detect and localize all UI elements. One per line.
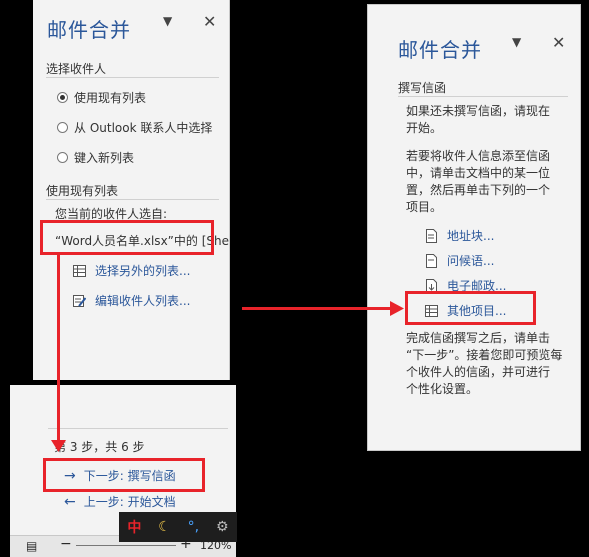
- instruction-line-2: 中，请单击文档中的某一位: [406, 166, 551, 180]
- electronic-postage-link[interactable]: 电子邮政...: [425, 277, 506, 294]
- radio-selected-icon: [57, 92, 68, 103]
- zoom-slider[interactable]: [76, 545, 176, 546]
- radio-label: 使用现有列表: [74, 91, 147, 105]
- link-label: 编辑收件人列表...: [95, 294, 191, 308]
- divider: [398, 96, 568, 97]
- more-items-link[interactable]: 其他项目...: [425, 302, 506, 319]
- divider: [48, 428, 228, 429]
- annotation-arrowhead-right: [390, 301, 404, 316]
- instruction-line-1: 若要将收件人信息添至信函: [406, 149, 551, 163]
- instruction-line-4: 项目。: [406, 200, 443, 214]
- link-label: 电子邮政...: [447, 279, 507, 293]
- link-label: 其他项目...: [447, 304, 507, 318]
- completion-line-3: 个收件人的信函，并可进行: [406, 365, 551, 379]
- radio-unselected-icon: [57, 152, 68, 163]
- completion-line-1: 完成信函撰写之后，请单击: [406, 331, 551, 345]
- section-heading-write-letter: 撰写信函: [398, 81, 447, 95]
- annotation-arrowhead-down: [51, 440, 66, 452]
- edit-recipient-list-link[interactable]: 编辑收件人列表...: [73, 292, 190, 309]
- intro-line-2: 开始。: [406, 121, 443, 135]
- pane-title: 邮件合并: [47, 18, 131, 42]
- next-step-link[interactable]: → 下一步: 撰写信函: [64, 467, 176, 484]
- arrow-left-icon: ←: [64, 493, 76, 510]
- document-view-icon[interactable]: ▤: [26, 539, 37, 553]
- radio-outlook-contacts[interactable]: 从 Outlook 联系人中选择: [57, 119, 212, 136]
- address-block-link[interactable]: 地址块...: [425, 227, 494, 244]
- edit-list-icon: [73, 294, 86, 307]
- ime-toolbar: 中 ☾ °, ⚙: [119, 512, 237, 542]
- pane-options-dropdown-icon[interactable]: ▼: [512, 35, 521, 49]
- radio-type-new-list[interactable]: 键入新列表: [57, 149, 134, 166]
- annotation-arrow-down: [57, 255, 60, 443]
- radio-unselected-icon: [57, 122, 68, 133]
- radio-label: 键入新列表: [74, 151, 135, 165]
- link-label: 问候语...: [447, 254, 495, 268]
- arrow-right-icon: →: [64, 467, 76, 484]
- close-icon[interactable]: ✕: [203, 12, 216, 31]
- moon-icon[interactable]: ☾: [158, 519, 171, 535]
- select-different-list-link[interactable]: 选择另外的列表...: [73, 262, 190, 279]
- zoom-out-button[interactable]: −: [60, 536, 72, 552]
- ime-language-toggle[interactable]: 中: [127, 517, 141, 537]
- link-label: 下一步: 撰写信函: [83, 469, 176, 483]
- intro-line-1: 如果还未撰写信函，请现在: [406, 104, 551, 118]
- close-icon[interactable]: ✕: [552, 33, 565, 52]
- table-icon: [425, 304, 438, 317]
- radio-use-existing-list[interactable]: 使用现有列表: [57, 89, 146, 106]
- link-label: 上一步: 开始文档: [83, 495, 176, 509]
- mail-merge-pane-step4: 邮件合并 ▼ ✕ 撰写信函 如果还未撰写信函，请现在 开始。 若要将收件人信息添…: [367, 4, 581, 451]
- postage-icon: [426, 278, 437, 293]
- document-icon: [426, 228, 437, 243]
- mail-merge-pane-step3: 邮件合并 ▼ ✕ 选择收件人 使用现有列表 从 Outlook 联系人中选择 键…: [33, 0, 230, 380]
- link-label: 地址块...: [447, 229, 495, 243]
- document-icon: [426, 253, 437, 268]
- completion-line-2: “下一步”。接着您即可预览每: [406, 348, 563, 362]
- completion-line-4: 个性化设置。: [406, 382, 479, 396]
- current-recipients-source: “Word人员名单.xlsx”中的 [She: [55, 234, 229, 248]
- section-heading-select-recipients: 选择收件人: [46, 62, 107, 76]
- current-recipients-label: 您当前的收件人选自:: [55, 207, 168, 221]
- annotation-arrow-right: [242, 307, 392, 310]
- ime-punctuation-toggle[interactable]: °,: [188, 519, 199, 535]
- gear-icon[interactable]: ⚙: [216, 519, 229, 535]
- previous-step-link[interactable]: ← 上一步: 开始文档: [64, 493, 176, 510]
- radio-label: 从 Outlook 联系人中选择: [74, 121, 213, 135]
- table-icon: [73, 264, 86, 277]
- pane-options-dropdown-icon[interactable]: ▼: [163, 14, 172, 28]
- divider: [46, 77, 219, 78]
- section-heading-use-existing-list: 使用现有列表: [46, 184, 119, 198]
- greeting-line-link[interactable]: 问候语...: [425, 252, 494, 269]
- pane-title: 邮件合并: [398, 38, 482, 62]
- divider: [46, 199, 219, 200]
- instruction-line-3: 置，然后再单击下列的一个: [406, 183, 551, 197]
- link-label: 选择另外的列表...: [95, 264, 191, 278]
- step-indicator: 第 3 步，共 6 步: [54, 440, 145, 454]
